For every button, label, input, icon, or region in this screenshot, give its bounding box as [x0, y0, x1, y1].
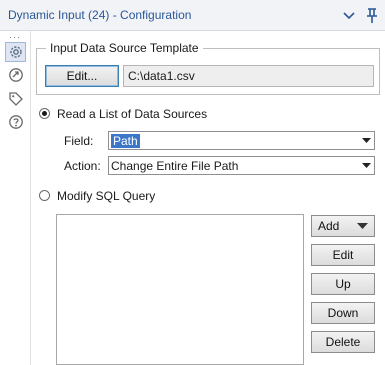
dropdown-arrow-icon[interactable] — [359, 157, 374, 174]
chevron-down-icon[interactable] — [340, 7, 358, 25]
connection-icon[interactable] — [7, 66, 25, 84]
modify-sql-label[interactable]: Modify SQL Query — [57, 189, 155, 203]
down-button[interactable]: Down — [311, 302, 375, 324]
field-select-value: Path — [111, 133, 140, 148]
window-title: Dynamic Input (24) - Configuration — [8, 8, 192, 22]
read-list-label[interactable]: Read a List of Data Sources — [57, 107, 207, 121]
edit-button[interactable]: Edit — [311, 244, 375, 266]
template-edit-button[interactable]: Edit... — [45, 65, 119, 87]
field-select[interactable]: Path — [108, 131, 375, 150]
dropdown-arrow-icon — [357, 222, 368, 229]
read-list-radio[interactable] — [39, 108, 50, 119]
delete-button[interactable]: Delete — [311, 331, 375, 353]
field-label: Field: — [64, 134, 94, 148]
action-label: Action: — [64, 159, 101, 173]
drag-handle-icon[interactable]: ··· — [9, 33, 21, 42]
template-group-legend: Input Data Source Template — [46, 41, 203, 55]
up-button[interactable]: Up — [311, 273, 375, 295]
add-button[interactable]: Add — [311, 215, 375, 237]
sql-modification-list[interactable] — [56, 214, 304, 365]
pin-icon[interactable] — [363, 7, 381, 25]
dropdown-arrow-icon[interactable] — [359, 132, 374, 149]
modify-sql-radio[interactable] — [39, 190, 50, 201]
action-select[interactable]: Change Entire File Path — [108, 156, 375, 175]
help-icon[interactable] — [7, 113, 25, 131]
tag-icon[interactable] — [7, 90, 25, 108]
add-button-label: Add — [318, 219, 340, 233]
radio-selected-dot — [42, 111, 47, 116]
gear-icon[interactable] — [5, 42, 26, 62]
action-select-value: Change Entire File Path — [111, 158, 239, 173]
template-path-field: C:\data1.csv — [123, 65, 374, 87]
